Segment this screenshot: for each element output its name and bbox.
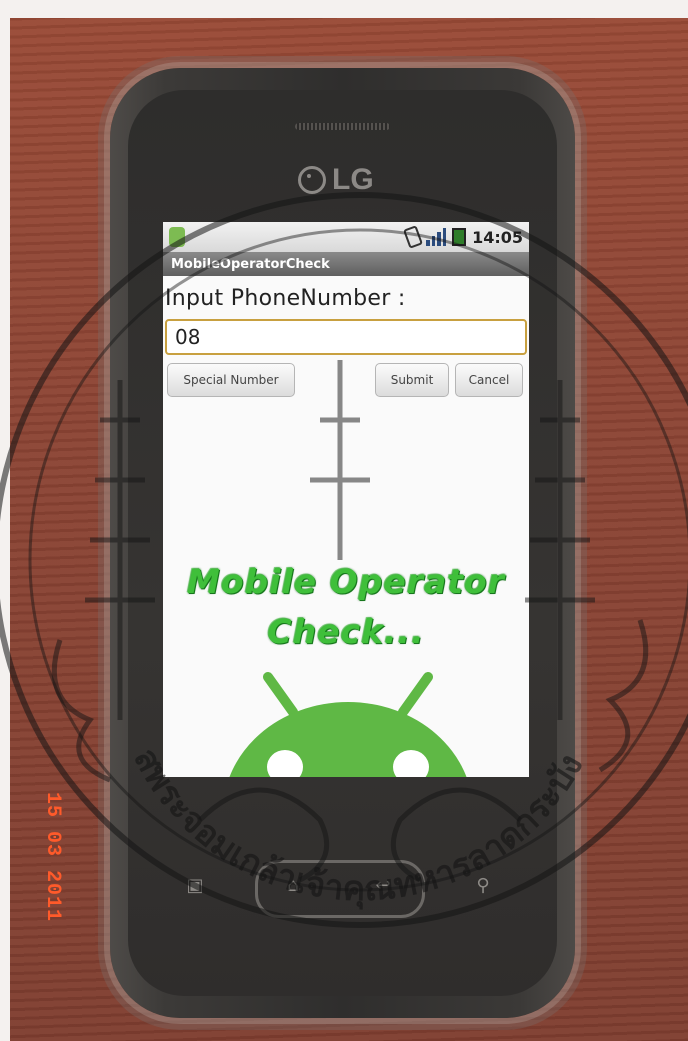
scan-border-left — [0, 0, 10, 1041]
lg-face-icon — [298, 166, 326, 194]
phone-number-input[interactable]: 08 — [165, 319, 527, 355]
menu-key-icon[interactable]: ▣ — [184, 875, 206, 897]
hardware-keys: ▣ ⌂ ↩ ⚲ — [160, 860, 530, 918]
button-row: Special Number Submit Cancel — [163, 363, 529, 403]
android-mascot — [229, 672, 467, 777]
battery-icon — [452, 228, 467, 246]
status-bar: 14:05 — [163, 222, 529, 252]
status-indicators: 14:05 — [403, 225, 523, 249]
scan-border-top — [0, 0, 688, 18]
earpiece-speaker — [295, 123, 390, 130]
special-number-button[interactable]: Special Number — [167, 363, 295, 397]
seal-right-flourish — [598, 619, 649, 773]
splash-title-line1: Mobile Operator — [187, 562, 505, 601]
cancel-button[interactable]: Cancel — [455, 363, 523, 397]
splash-title-line2: Check... — [267, 612, 425, 651]
back-key-icon[interactable]: ↩ — [372, 875, 394, 897]
android-head — [229, 702, 467, 777]
search-key-icon[interactable]: ⚲ — [472, 875, 494, 897]
app-notification-icon — [169, 227, 185, 247]
status-time: 14:05 — [472, 227, 523, 247]
date-stamp: 15 03 2011 — [41, 792, 64, 923]
app-title-bar: MobileOperatorCheck — [163, 252, 529, 276]
home-key-frame — [255, 860, 425, 918]
brand-logo: LG — [298, 160, 398, 200]
app-title: MobileOperatorCheck — [171, 256, 330, 272]
home-key-icon[interactable]: ⌂ — [282, 875, 304, 897]
vibrate-icon — [403, 225, 424, 249]
phone-number-label: Input PhoneNumber : — [165, 286, 406, 311]
android-antenna-right — [398, 672, 433, 717]
brand-label: LG — [332, 163, 374, 196]
submit-button[interactable]: Submit — [375, 363, 449, 397]
signal-icon — [426, 228, 447, 246]
android-antenna-left — [263, 672, 298, 717]
seal-left-flourish — [51, 639, 111, 783]
phone-number-value: 08 — [175, 325, 201, 349]
phone-screen: 14:05 MobileOperatorCheck Input PhoneNum… — [163, 222, 529, 777]
